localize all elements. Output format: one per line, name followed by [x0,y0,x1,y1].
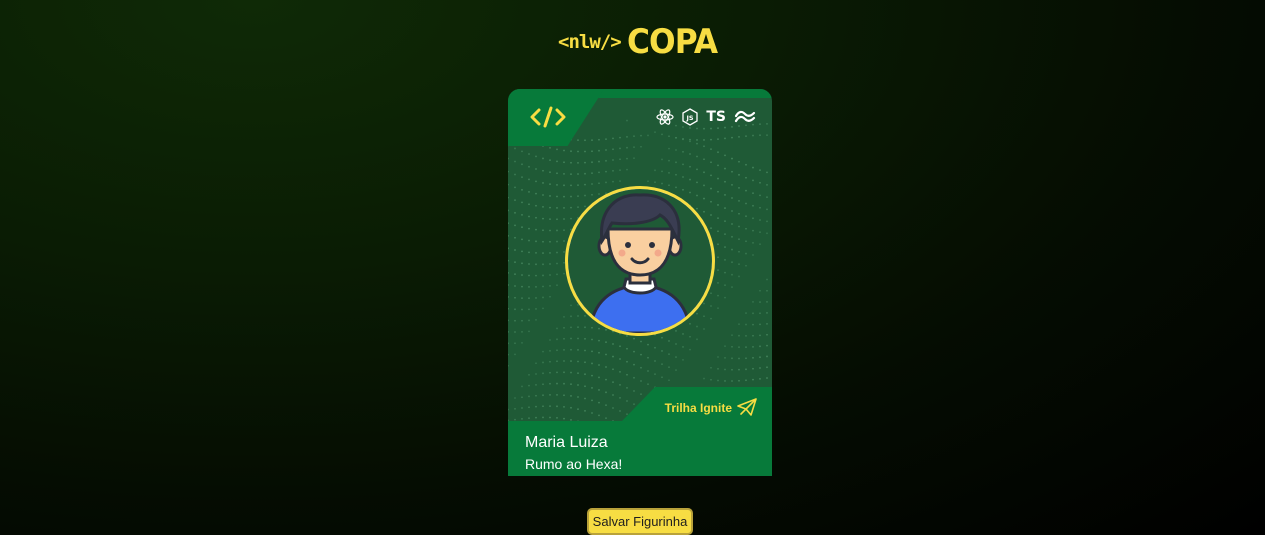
avatar-illustration [568,189,712,333]
nodejs-icon: JS [682,108,699,126]
svg-text:JS: JS [686,114,694,122]
react-icon [656,109,674,125]
player-name: Maria Luiza [525,434,608,451]
tailwind-icon [734,110,756,123]
app-logo: <nlw/> COPA [558,22,725,62]
sticker-card: JS TS Trilha Ignite Maria Luiza Rumo ao … [508,89,772,476]
code-icon [530,106,566,128]
trail-label: Trilha Ignite [664,401,732,415]
paper-plane-icon [737,398,757,416]
logo-copa-text: COPA [626,22,718,62]
logo-nlw-text: <nlw/> [558,31,622,53]
save-sticker-button[interactable]: Salvar Figurinha [587,508,693,535]
player-slogan: Rumo ao Hexa! [525,456,623,472]
tech-icons: JS TS [656,108,756,126]
user-avatar [565,186,715,336]
typescript-icon: TS [706,109,726,125]
